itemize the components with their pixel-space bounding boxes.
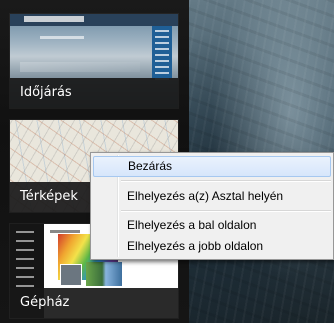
weather-title-placeholder xyxy=(24,16,84,22)
menu-separator xyxy=(121,210,331,212)
settings-header-placeholder xyxy=(50,230,80,233)
background-thumbnails xyxy=(86,262,122,286)
avatar xyxy=(60,264,82,286)
menu-item-snap-left[interactable]: Elhelyezés a bal oldalon xyxy=(93,215,331,236)
screen: Időjárás Térképek Gépház Bezárás Elhelye… xyxy=(0,0,334,323)
menu-item-close[interactable]: Bezárás xyxy=(93,156,331,177)
menu-item-snap-desktop[interactable]: Elhelyezés a(z) Asztal helyén xyxy=(93,186,331,207)
weather-temperature-placeholder xyxy=(40,36,84,39)
tile-label-settings: Gépház xyxy=(10,288,178,318)
menu-separator xyxy=(121,180,331,182)
menu-item-snap-right[interactable]: Elhelyezés a jobb oldalon xyxy=(93,236,331,257)
weather-forecast-row xyxy=(20,62,140,72)
tile-label-weather: Időjárás xyxy=(10,78,178,108)
weather-sidebar-panel xyxy=(152,26,172,80)
context-menu: Bezárás Elhelyezés a(z) Asztal helyén El… xyxy=(90,152,334,260)
app-thumbnail-weather[interactable]: Időjárás xyxy=(10,14,178,108)
